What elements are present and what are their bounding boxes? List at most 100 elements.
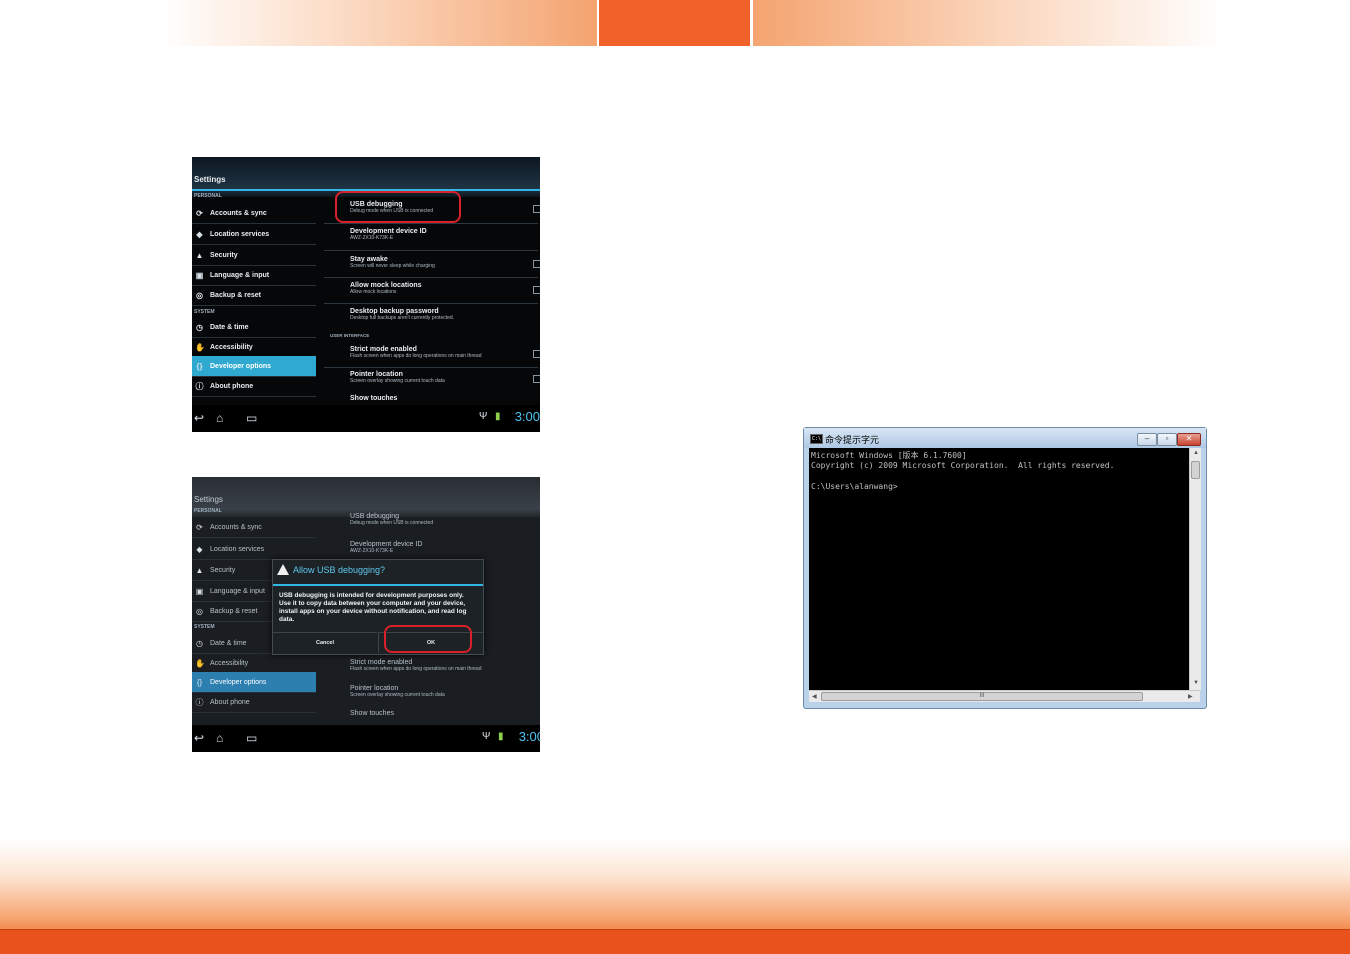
sidebar-item-label: Language & input — [210, 271, 270, 279]
option-subtitle: Screen will never sleep while charging — [350, 263, 435, 269]
footer-bar — [0, 930, 1350, 954]
android-settings-screenshot: Settings PERSONAL ⟳ Accounts & sync ◆ Loca… — [192, 157, 540, 432]
option-subtitle: Desktop full backups aren't currently pr… — [350, 315, 455, 321]
option-title: USB debugging — [350, 513, 400, 520]
sidebar-item-label: Date & time — [210, 323, 249, 331]
ok-highlight — [384, 625, 472, 653]
option-title: Pointer location — [350, 371, 403, 378]
usb-debugging-checkbox[interactable] — [533, 205, 540, 213]
option-pointer-location[interactable]: Pointer location Screen overlay showing … — [350, 371, 540, 384]
header-gradient-left — [160, 0, 597, 46]
sidebar-item-label: Developer options — [210, 362, 272, 370]
sidebar-item-label: Accessibility — [210, 659, 249, 667]
option-stay-awake[interactable]: Stay awake Screen will never sleep while… — [350, 256, 540, 269]
option-subtitle: Screen overlay showing current touch dat… — [350, 378, 445, 384]
home-icon[interactable]: ⌂ — [216, 411, 223, 425]
dialog-title: Allow USB debugging? — [277, 564, 385, 575]
option-mock-locations[interactable]: Allow mock locations Allow mock location… — [350, 282, 540, 295]
info-icon: ⓘ — [195, 381, 204, 391]
location-icon: ◆ — [196, 229, 203, 239]
option-pointer-location[interactable]: Pointer location Screen overlay showing … — [350, 685, 535, 698]
recent-apps-icon[interactable]: ▭ — [246, 731, 257, 745]
option-title: Show touches — [350, 395, 398, 402]
sidebar-item-location[interactable]: ◆ Location services — [192, 224, 316, 245]
sidebar-item-label: Accounts & sync — [210, 209, 267, 217]
sidebar-item-label: Accounts & sync — [210, 523, 262, 531]
battery-icon: ▮ — [498, 731, 504, 742]
location-icon: ◆ — [196, 544, 203, 554]
dialog-message: USB debugging is intended for developmen… — [279, 592, 467, 623]
home-icon[interactable]: ⌂ — [216, 731, 223, 745]
strict-mode-checkbox[interactable] — [533, 350, 540, 358]
section-user-interface: USER INTERFACE — [330, 333, 370, 338]
console-output[interactable]: Microsoft Windows [版本 6.1.7600] Copyrigh… — [809, 448, 1189, 690]
option-title: Allow mock locations — [350, 282, 422, 289]
sidebar-item-accessibility[interactable]: ✋ Accessibility — [192, 337, 316, 358]
option-backup-password[interactable]: Desktop backup password Desktop full bac… — [350, 308, 535, 321]
android-nav-bar: ↩ ⌂ ▭ Ψ ▮ 3:00 — [192, 725, 540, 752]
backup-icon: ◎ — [196, 606, 203, 616]
keyboard-icon: ▣ — [195, 586, 204, 596]
settings-title: Settings — [194, 175, 226, 184]
settings-title: Settings — [194, 495, 223, 504]
sidebar-item-backup[interactable]: ◎ Backup & reset — [192, 285, 316, 306]
scroll-down-arrow[interactable]: ▼ — [1193, 680, 1199, 686]
sidebar-item-language[interactable]: ▣ Language & input — [192, 265, 316, 286]
scroll-right-arrow[interactable]: ▶ — [1188, 693, 1193, 700]
sidebar-item-label: Location services — [210, 230, 270, 238]
option-subtitle: AWZ-2X10-K73K-E — [350, 548, 394, 554]
cmd-app-icon: C:\ — [810, 434, 823, 444]
option-title: Show touches — [350, 710, 394, 717]
horizontal-scroll-thumb[interactable]: III — [821, 692, 1143, 701]
window-titlebar[interactable]: C:\ 命令提示字元 – ▫ ✕ — [804, 428, 1206, 448]
stay-awake-checkbox[interactable] — [533, 260, 540, 268]
usb-debugging-highlight — [335, 191, 461, 223]
sidebar-item-accounts[interactable]: ⟳ Accounts & sync — [192, 203, 316, 224]
sidebar-item-date-time[interactable]: ◷ Date & time — [192, 317, 316, 338]
sidebar-item-security[interactable]: ▲ Security — [192, 245, 316, 266]
sidebar-item-developer-options[interactable]: {} Developer options — [192, 356, 316, 377]
maximize-button[interactable]: ▫ — [1157, 433, 1177, 446]
sidebar-item-developer-options[interactable]: {} Developer options — [192, 672, 316, 693]
option-device-id: Development device ID AWZ-2X10-K73K-E — [350, 541, 535, 554]
sidebar-item-label: Backup & reset — [210, 291, 261, 299]
minimize-button[interactable]: – — [1137, 433, 1157, 446]
option-show-touches[interactable]: Show touches — [350, 395, 535, 402]
mock-locations-checkbox[interactable] — [533, 286, 540, 294]
vertical-scroll-thumb[interactable] — [1191, 461, 1200, 479]
sidebar-item-accounts[interactable]: ⟳ Accounts & sync — [192, 517, 316, 538]
sidebar-item-about[interactable]: ⓘ About phone — [192, 376, 316, 397]
horizontal-scrollbar[interactable]: ◀ III ▶ — [809, 690, 1200, 702]
usb-icon: Ψ — [482, 731, 491, 742]
back-icon[interactable]: ↩ — [194, 731, 204, 745]
pointer-location-checkbox[interactable] — [533, 375, 540, 383]
recent-apps-icon[interactable]: ▭ — [246, 411, 257, 425]
lock-icon: ▲ — [195, 250, 204, 260]
vertical-scrollbar[interactable]: ▲ ▼ — [1189, 448, 1201, 690]
sidebar-item-about[interactable]: ⓘ About phone — [192, 692, 316, 713]
sidebar-item-label: About phone — [210, 698, 250, 706]
info-icon: ⓘ — [195, 697, 204, 707]
sidebar-item-label: Security — [210, 566, 236, 574]
lock-icon: ▲ — [195, 565, 204, 575]
sidebar-item-label: Developer options — [210, 678, 267, 686]
option-subtitle: Allow mock locations — [350, 289, 397, 295]
scroll-left-arrow[interactable]: ◀ — [812, 693, 817, 700]
cancel-button[interactable]: Cancel — [273, 632, 377, 653]
sidebar-item-location[interactable]: ◆ Location services — [192, 539, 316, 560]
option-strict-mode[interactable]: Strict mode enabled Flash screen when ap… — [350, 659, 535, 672]
sidebar-item-accessibility[interactable]: ✋ Accessibility — [192, 653, 316, 674]
option-show-touches[interactable]: Show touches — [350, 710, 535, 717]
scroll-up-arrow[interactable]: ▲ — [1193, 450, 1199, 456]
sidebar-item-label: Language & input — [210, 587, 265, 595]
option-title: Desktop backup password — [350, 308, 439, 315]
footer-gradient — [0, 838, 1350, 930]
option-subtitle: Screen overlay showing current touch dat… — [350, 692, 445, 698]
option-title: Development device ID — [350, 228, 427, 235]
option-strict-mode[interactable]: Strict mode enabled Flash screen when ap… — [350, 346, 540, 359]
back-icon[interactable]: ↩ — [194, 411, 204, 425]
close-button[interactable]: ✕ — [1177, 433, 1201, 446]
option-title: Stay awake — [350, 256, 388, 263]
option-subtitle: Flash screen when apps do long operation… — [350, 353, 482, 359]
option-usb-debugging[interactable]: USB debugging Debug mode when USB is con… — [350, 513, 535, 526]
